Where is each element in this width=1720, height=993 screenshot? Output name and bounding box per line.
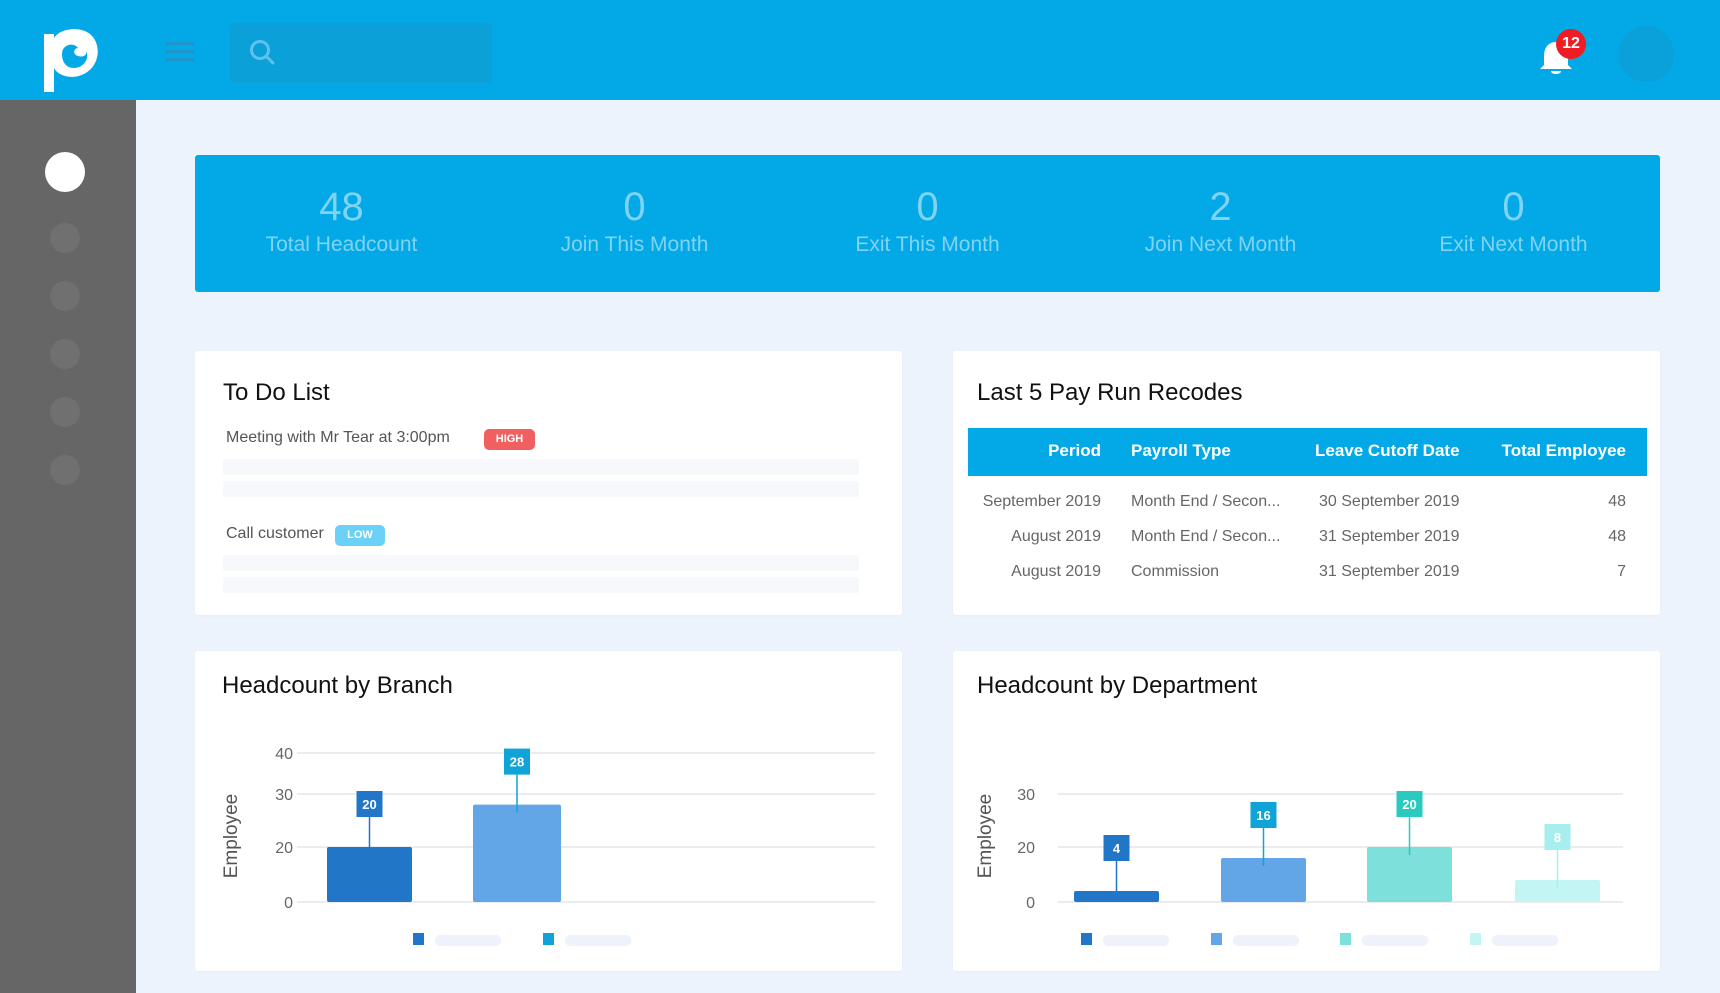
stats-banner: 48 Total Headcount 0 Join This Month 0 E… [195, 155, 1660, 292]
legend-label-placeholder [1103, 935, 1169, 946]
stat-value: 48 [319, 185, 364, 229]
sidebar-item-6[interactable] [50, 455, 80, 485]
table-header: Period Payroll Type Leave Cutoff Date To… [968, 428, 1647, 476]
legend-label-placeholder [1233, 935, 1299, 946]
cell-payroll-type: Commission [1131, 563, 1220, 580]
data-label: 20 [362, 797, 376, 812]
bar [473, 804, 561, 902]
legend-swatch [1081, 933, 1092, 945]
stat-value: 0 [1502, 185, 1525, 229]
skeleton-line [223, 459, 859, 475]
legend-swatch [543, 933, 554, 945]
bar [1367, 847, 1452, 902]
table-row[interactable]: September 2019 Month End / Secon... 30 S… [968, 489, 1647, 519]
stat-label: Join Next Month [1144, 233, 1297, 256]
legend-swatch [1211, 933, 1222, 945]
y-axis-label: Employee [975, 794, 996, 879]
stat-join-next-month: 2 Join Next Month [1074, 155, 1367, 292]
priority-badge-low: LOW [335, 525, 385, 546]
stat-value: 0 [916, 185, 939, 229]
data-label: 20 [1402, 797, 1416, 812]
skeleton-line [223, 577, 859, 593]
y-axis-label: Employee [221, 794, 242, 879]
stat-join-this-month: 0 Join This Month [488, 155, 781, 292]
legend-swatch [1470, 933, 1481, 945]
legend-swatch [413, 933, 424, 945]
y-tick-label: 20 [1017, 840, 1035, 857]
cell-total-employee: 48 [1608, 493, 1626, 510]
todo-title: To Do List [223, 379, 330, 406]
sidebar-item-4[interactable] [50, 339, 80, 369]
column-header-total-employee[interactable]: Total Employee [1502, 441, 1626, 461]
branch-chart-card: Headcount by Branch Employee 0 20 30 40 20 28 [195, 651, 902, 971]
column-header-period[interactable]: Period [1048, 441, 1101, 461]
y-tick-label: 40 [275, 746, 293, 763]
legend-swatch [1340, 933, 1351, 945]
department-bar-chart: Employee 0 20 30 4 16 20 8 [975, 787, 1623, 946]
logo-icon[interactable] [44, 24, 100, 92]
legend-label-placeholder [435, 935, 501, 946]
top-bar: 12 [0, 0, 1720, 100]
payrun-title: Last 5 Pay Run Recodes [977, 379, 1243, 406]
sidebar [0, 100, 136, 993]
data-label: 28 [510, 755, 524, 770]
stat-label: Total Headcount [265, 233, 418, 256]
y-tick-label: 0 [284, 895, 293, 912]
cell-period: August 2019 [1011, 563, 1101, 580]
cell-period: September 2019 [982, 493, 1101, 510]
data-label: 4 [1113, 841, 1121, 856]
department-chart-card: Headcount by Department Employee 0 20 30 4 16… [953, 651, 1660, 971]
y-tick-label: 0 [1026, 895, 1035, 912]
stat-label: Join This Month [560, 233, 709, 256]
skeleton-line [223, 481, 859, 497]
todo-item[interactable]: Meeting with Mr Tear at 3:00pm [226, 429, 450, 447]
column-header-leave-cutoff-date[interactable]: Leave Cutoff Date [1315, 441, 1460, 461]
cell-total-employee: 48 [1608, 528, 1626, 545]
table-row[interactable]: August 2019 Commission 31 September 2019… [968, 559, 1647, 589]
table-row[interactable]: August 2019 Month End / Secon... 31 Sept… [968, 524, 1647, 554]
hamburger-icon-line [166, 42, 194, 45]
cell-payroll-type: Month End / Secon... [1131, 528, 1281, 545]
notification-count-badge: 12 [1556, 29, 1586, 59]
payrun-card: Last 5 Pay Run Recodes Period Payroll Ty… [953, 351, 1660, 615]
sidebar-item-2[interactable] [50, 223, 80, 253]
hamburger-icon-line [166, 50, 194, 53]
user-avatar[interactable] [1618, 26, 1674, 82]
cell-leave-cutoff-date: 31 September 2019 [1319, 528, 1460, 545]
stat-exit-this-month: 0 Exit This Month [781, 155, 1074, 292]
skeleton-line [223, 555, 859, 571]
cell-period: August 2019 [1011, 528, 1101, 545]
cell-total-employee: 7 [1617, 563, 1626, 580]
legend-label-placeholder [1492, 935, 1558, 946]
stat-label: Exit Next Month [1439, 233, 1588, 256]
cell-payroll-type: Month End / Secon... [1131, 493, 1281, 510]
priority-badge-high: HIGH [484, 429, 535, 450]
y-tick-label: 20 [275, 840, 293, 857]
cell-leave-cutoff-date: 30 September 2019 [1319, 493, 1460, 510]
stat-exit-next-month: 0 Exit Next Month [1367, 155, 1660, 292]
stat-value: 0 [623, 185, 646, 229]
hamburger-icon-line [166, 58, 194, 61]
search-icon [250, 40, 275, 65]
y-tick-label: 30 [275, 787, 293, 804]
legend-label-placeholder [1362, 935, 1428, 946]
cell-leave-cutoff-date: 31 September 2019 [1319, 563, 1460, 580]
sidebar-item-5[interactable] [50, 397, 80, 427]
todo-item[interactable]: Call customer [226, 525, 324, 543]
data-label: 8 [1554, 830, 1561, 845]
data-label: 16 [1256, 808, 1270, 823]
y-tick-label: 30 [1017, 787, 1035, 804]
search-input[interactable] [286, 23, 482, 83]
sidebar-item-1[interactable] [45, 152, 85, 192]
todo-card: To Do List Meeting with Mr Tear at 3:00p… [195, 351, 902, 615]
bar [327, 847, 412, 902]
stat-total-headcount: 48 Total Headcount [195, 155, 488, 292]
branch-bar-chart: Employee 0 20 30 40 20 28 [221, 746, 875, 946]
sidebar-item-3[interactable] [50, 281, 80, 311]
menu-toggle-button[interactable] [166, 42, 194, 64]
legend-label-placeholder [565, 935, 631, 946]
stat-value: 2 [1209, 185, 1232, 229]
stat-label: Exit This Month [855, 233, 1000, 256]
column-header-payroll-type[interactable]: Payroll Type [1131, 441, 1291, 461]
